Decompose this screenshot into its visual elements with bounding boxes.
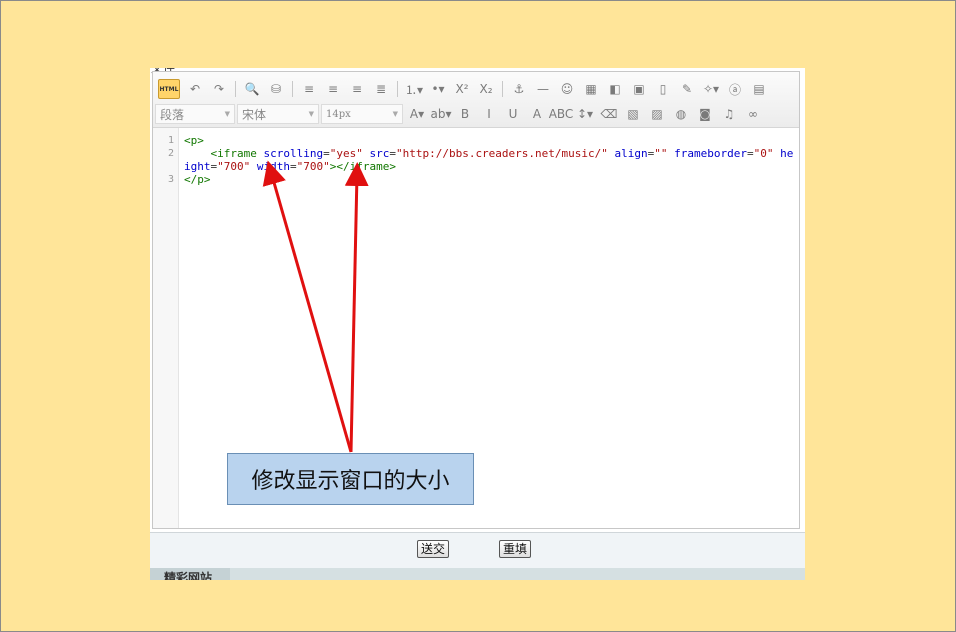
code-text[interactable]: <p> <iframe scrolling="yes" src="http://… [184, 134, 796, 186]
border-text-icon[interactable]: A [528, 105, 546, 123]
submit-button[interactable]: 送交 [417, 540, 450, 558]
redo-icon[interactable]: ↷ [210, 80, 228, 98]
html-source-button[interactable]: HTML [158, 79, 180, 99]
chevron-down-icon: ▼ [308, 110, 314, 118]
link-icon[interactable]: ∞ [744, 105, 762, 123]
image-map-icon[interactable]: ◧ [606, 80, 624, 98]
line-number: 3 [167, 174, 174, 185]
line-height-icon[interactable]: ↕▾ [576, 105, 594, 123]
paragraph-select-value: 段落 [160, 107, 185, 122]
line-number: 2 [167, 148, 174, 159]
unordered-list-icon[interactable]: •▾ [429, 80, 447, 98]
emoticon-icon[interactable]: ☺ [558, 80, 576, 98]
code-line-1: <p> [184, 134, 204, 147]
eraser-icon[interactable]: ⌫ [600, 105, 618, 123]
highlight-icon[interactable]: ab▾ [431, 105, 452, 123]
code-line-3: </p> [184, 173, 211, 186]
font-size-select-value: 14px [326, 108, 351, 120]
video-icon[interactable]: ◙ [696, 105, 714, 123]
font-color-icon[interactable]: A▾ [408, 105, 426, 123]
ordered-list-icon[interactable]: ⒈▾ [405, 80, 423, 98]
paragraph-select[interactable]: 段落 ▼ [155, 104, 235, 124]
image-icon[interactable]: ▧ [624, 105, 642, 123]
toolbar-separator [292, 81, 293, 97]
toolbar-separator [397, 81, 398, 97]
reset-button[interactable]: 重填 [499, 540, 532, 558]
underline-icon[interactable]: U [504, 105, 522, 123]
align-center-icon[interactable]: ≡ [324, 80, 342, 98]
clear-format-icon[interactable]: ✎ [678, 80, 696, 98]
multi-image-icon[interactable]: ▨ [648, 105, 666, 123]
italic-icon[interactable]: I [480, 105, 498, 123]
undo-icon[interactable]: ↶ [186, 80, 204, 98]
toolbar-separator [235, 81, 236, 97]
chevron-down-icon: ▼ [392, 110, 398, 118]
toolbar-row-2: 段落 ▼ 宋体 ▼ 14px ▼ A▾ ab▾ B I U A ABC ↕▾ ⌫ ▧ ▨ ◍ ◙ ♫ ∞ [155, 103, 765, 125]
toolbar-row-1: HTML ↶ ↷ 🔍 ⛁ ≡ ≡ ≡ ≣ ⒈▾ •▾ X² X₂ ⚓ — ☺ ▦ ◧ ▣ ▯ ✎ ✧▾ ⓐ ▤ [155, 78, 771, 100]
toolbar-separator [502, 81, 503, 97]
strikethrough-icon[interactable]: ABC [549, 105, 574, 123]
chevron-down-icon: ▼ [224, 110, 230, 118]
special-char-icon[interactable]: ⓐ [726, 80, 744, 98]
anchor-icon[interactable]: ⚓ [510, 80, 528, 98]
align-justify-icon[interactable]: ≣ [372, 80, 390, 98]
footer-section-title: 精彩网站 [150, 568, 230, 580]
find-icon[interactable]: 🔍 [243, 80, 261, 98]
horizontal-rule-icon[interactable]: — [534, 80, 552, 98]
superscript-icon[interactable]: X² [453, 80, 471, 98]
table-icon[interactable]: ▦ [582, 80, 600, 98]
width-value: "700" [296, 160, 330, 173]
height-value: "700" [217, 160, 251, 173]
line-number: 1 [167, 135, 174, 146]
align-left-icon[interactable]: ≡ [300, 80, 318, 98]
editor-toolbar: HTML ↶ ↷ 🔍 ⛁ ≡ ≡ ≡ ≣ ⒈▾ •▾ X² X₂ ⚓ — ☺ ▦ ◧ ▣ ▯ ✎ ✧▾ ⓐ ▤ 段落 ▼ 宋体… [153, 72, 799, 128]
paste-icon[interactable]: ▤ [750, 80, 768, 98]
magic-wand-icon[interactable]: ✧▾ [702, 80, 720, 98]
save-icon[interactable]: ▣ [630, 80, 648, 98]
font-size-select[interactable]: 14px ▼ [321, 104, 403, 124]
page-icon[interactable]: ▯ [654, 80, 672, 98]
line-number-gutter: 1 2 3 [153, 128, 179, 528]
form-button-bar: 送交 重填 [150, 532, 805, 571]
subscript-icon[interactable]: X₂ [477, 80, 495, 98]
annotation-callout: 修改显示窗口的大小 [227, 453, 474, 505]
flash-icon[interactable]: ◍ [672, 105, 690, 123]
footer-strip [150, 568, 805, 580]
code-line-2: <iframe scrolling="yes" src="http://bbs.… [184, 147, 794, 173]
bold-icon[interactable]: B [456, 105, 474, 123]
music-icon[interactable]: ♫ [720, 105, 738, 123]
align-right-icon[interactable]: ≡ [348, 80, 366, 98]
font-family-select[interactable]: 宋体 ▼ [237, 104, 319, 124]
font-family-select-value: 宋体 [242, 107, 267, 122]
binoculars-icon[interactable]: ⛁ [267, 80, 285, 98]
